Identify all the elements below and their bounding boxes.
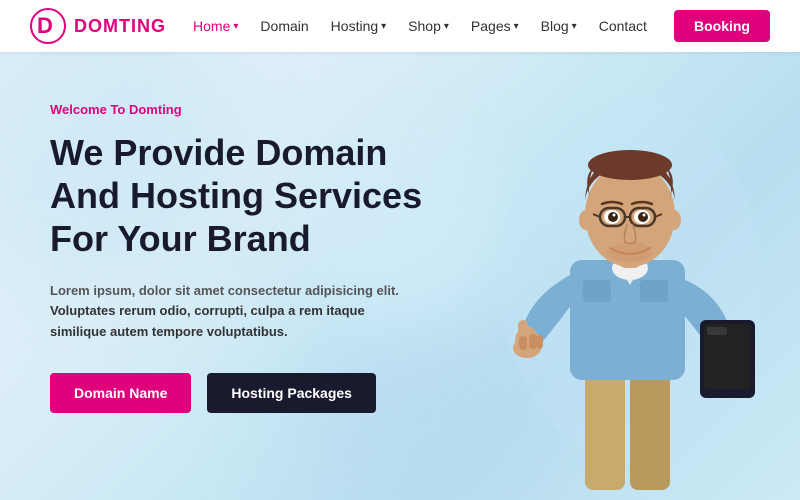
nav-item-home[interactable]: Home ▾: [193, 18, 238, 34]
welcome-text: Welcome To Domting: [50, 102, 422, 117]
domain-name-button[interactable]: Domain Name: [50, 373, 191, 413]
nav-item-hosting[interactable]: Hosting ▾: [331, 18, 387, 34]
chevron-down-icon: ▾: [381, 21, 386, 32]
hero-description: Lorem ipsum, dolor sit amet consectetur …: [50, 281, 400, 343]
chevron-down-icon: ▾: [444, 21, 449, 32]
hosting-packages-button[interactable]: Hosting Packages: [207, 373, 376, 413]
chevron-down-icon: ▾: [233, 21, 238, 32]
logo-text: DOMTING: [74, 16, 166, 37]
main-nav: Home ▾ Domain Hosting ▾ Shop ▾ Pages ▾ B…: [193, 18, 647, 34]
logo-icon: D: [30, 8, 66, 44]
svg-text:D: D: [37, 13, 53, 38]
hero-buttons: Domain Name Hosting Packages: [50, 373, 422, 413]
hero-content: Welcome To Domting We Provide Domain And…: [50, 102, 422, 413]
hero-section: Welcome To Domting We Provide Domain And…: [0, 52, 800, 500]
booking-button[interactable]: Booking: [674, 10, 770, 42]
nav-item-shop[interactable]: Shop ▾: [408, 18, 449, 34]
logo-area[interactable]: D DOMTING: [30, 8, 166, 44]
header: D DOMTING Home ▾ Domain Hosting ▾ Shop ▾…: [0, 0, 800, 52]
nav-item-pages[interactable]: Pages ▾: [471, 18, 519, 34]
chevron-down-icon: ▾: [514, 21, 519, 32]
nav-item-domain[interactable]: Domain: [260, 18, 308, 34]
hero-person-image: [460, 70, 800, 500]
person-svg: [475, 80, 785, 500]
hero-title: We Provide Domain And Hosting Services F…: [50, 131, 422, 261]
nav-item-contact[interactable]: Contact: [599, 18, 647, 34]
chevron-down-icon: ▾: [572, 21, 577, 32]
nav-item-blog[interactable]: Blog ▾: [541, 18, 577, 34]
